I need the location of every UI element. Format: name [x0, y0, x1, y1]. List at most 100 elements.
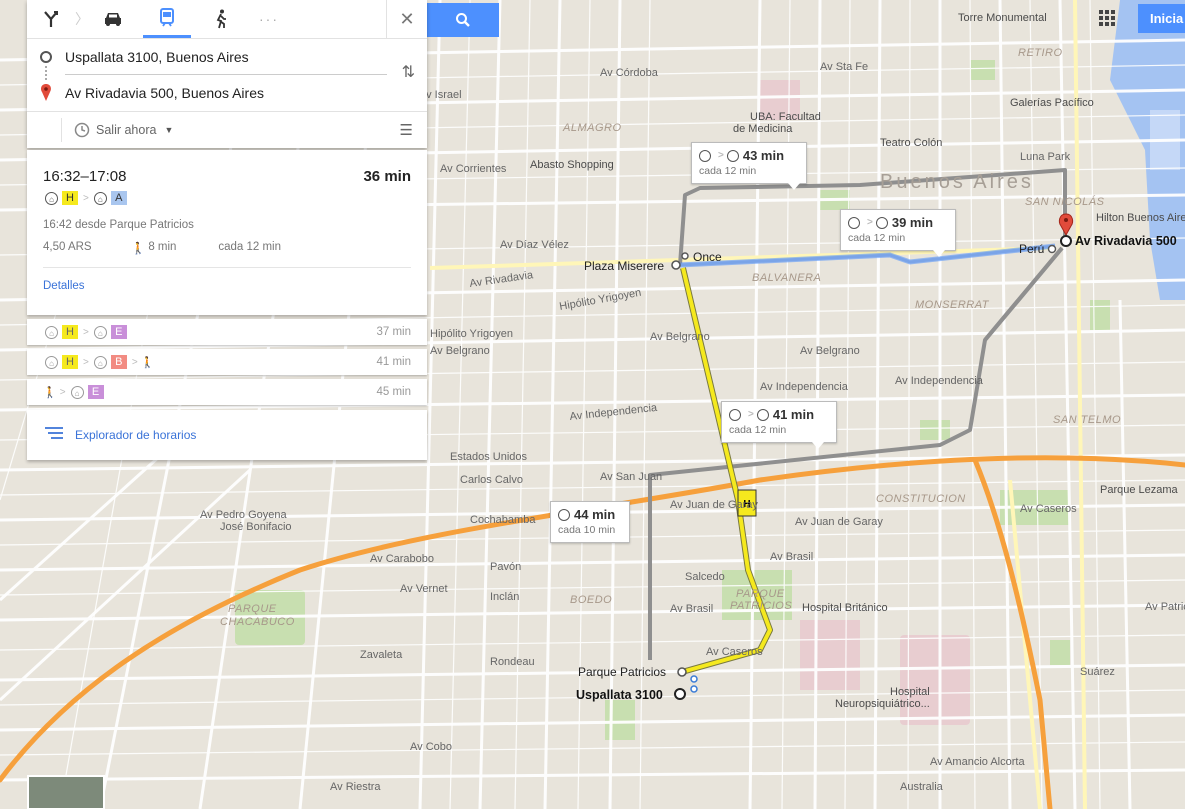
subway-icon: ⌂ — [70, 385, 84, 399]
more-modes-icon[interactable]: ··· — [245, 0, 293, 38]
svg-text:Av Belgrano: Av Belgrano — [800, 345, 860, 357]
svg-text:Av Brasil: Av Brasil — [670, 603, 713, 615]
car-mode-icon[interactable] — [89, 0, 137, 38]
bus-icon — [729, 408, 741, 421]
subway-icon — [726, 149, 739, 162]
route-option-alt[interactable]: 🚶 > ⌂ E 45 min — [27, 379, 427, 405]
svg-text:Av Amancio Alcorta: Av Amancio Alcorta — [930, 756, 1025, 768]
route-duration: 36 min — [363, 168, 411, 185]
svg-text:BOEDO: BOEDO — [570, 594, 612, 606]
svg-text:Luna Park: Luna Park — [1020, 151, 1071, 163]
svg-text:PARQUE: PARQUE — [228, 603, 277, 615]
route-callout-41[interactable]: >41 min cada 12 min — [721, 401, 837, 449]
svg-text:ALMAGRO: ALMAGRO — [562, 122, 622, 134]
clock-icon — [74, 122, 90, 138]
svg-text:Av Carabobo: Av Carabobo — [370, 553, 434, 565]
svg-text:Inclán: Inclán — [490, 591, 519, 603]
search-button[interactable] — [427, 3, 499, 37]
svg-text:Salcedo: Salcedo — [685, 571, 725, 583]
search-icon — [456, 13, 470, 27]
options-icon[interactable]: ☰ — [400, 121, 413, 139]
svg-text:Av Juan de Garay: Av Juan de Garay — [670, 499, 758, 511]
destination-input[interactable]: Av Rivadavia 500, Buenos Aires — [65, 85, 264, 101]
bus-icon — [699, 149, 711, 162]
schedule-explorer[interactable]: Explorador de horarios — [27, 410, 427, 460]
line-badge-e: E — [87, 385, 104, 399]
stop-once: Once — [693, 250, 722, 264]
subway-icon: ⌂ — [93, 191, 107, 205]
depart-selector[interactable]: Salir ahora — [96, 123, 156, 137]
walk-icon: 🚶 — [131, 243, 146, 255]
subway-icon: ⌂ — [93, 325, 107, 339]
pin-icon — [41, 84, 51, 101]
origin-field[interactable]: Uspallata 3100, Buenos Aires — [27, 39, 427, 75]
chevron-down-icon[interactable]: ▼ — [164, 125, 173, 135]
route-results: 16:32–17:08 36 min ⌂ H > ⌂ A 16:42 desde… — [27, 150, 427, 405]
svg-text:CONSTITUCION: CONSTITUCION — [876, 493, 966, 505]
route-time-range: 16:32–17:08 — [43, 168, 127, 185]
svg-text:Av Caseros: Av Caseros — [706, 646, 763, 658]
line-badge-e: E — [110, 325, 127, 339]
svg-text:Cochabamba: Cochabamba — [470, 514, 536, 526]
subway-icon — [875, 216, 888, 229]
directions-panel: 〉 ··· ✕ Uspallata 3100, Buenos Aires Av … — [27, 0, 427, 148]
city-label: Buenos Aires — [880, 171, 1034, 193]
destination-field[interactable]: Av Rivadavia 500, Buenos Aires — [27, 75, 427, 111]
swap-icon[interactable]: ⇅ — [402, 62, 415, 82]
svg-text:Suárez: Suárez — [1080, 666, 1115, 678]
subway-icon — [756, 408, 769, 421]
frequency: cada 12 min — [218, 241, 281, 253]
svg-text:BALVANERA: BALVANERA — [752, 272, 821, 284]
list-icon — [45, 426, 63, 444]
line-badge-a: A — [110, 191, 127, 205]
svg-text:Carlos Calvo: Carlos Calvo — [460, 474, 523, 486]
svg-text:Av Sta Fe: Av Sta Fe — [820, 61, 868, 73]
svg-text:CHACABUCO: CHACABUCO — [220, 616, 295, 628]
depart-info: 16:42 desde Parque Patricios — [43, 219, 194, 231]
svg-text:Av Pedro Goyena: Av Pedro Goyena — [200, 509, 288, 521]
svg-text:Hipólito Yrigoyen: Hipólito Yrigoyen — [430, 328, 513, 340]
svg-text:Av Corrientes: Av Corrientes — [440, 163, 507, 175]
walk-icon: 🚶 — [140, 356, 155, 369]
svg-text:Av Caseros: Av Caseros — [1020, 503, 1077, 515]
bus-icon: ⌂ — [45, 355, 58, 369]
svg-text:de Medicina: de Medicina — [733, 123, 793, 135]
walk-mode-icon[interactable] — [197, 0, 245, 38]
svg-text:Av Juan de Garay: Av Juan de Garay — [795, 516, 883, 528]
svg-text:UBA: Facultad: UBA: Facultad — [750, 111, 821, 123]
route-callout-43[interactable]: >43 min cada 12 min — [691, 142, 807, 190]
svg-text:Hospital: Hospital — [890, 686, 930, 698]
svg-text:Av Brasil: Av Brasil — [770, 551, 813, 563]
stop-parque-patricios: Parque Patricios — [578, 665, 666, 679]
travel-mode-bar: 〉 ··· ✕ — [27, 0, 427, 39]
svg-text:Av Riestra: Av Riestra — [330, 781, 381, 793]
schedule-explorer-label: Explorador de horarios — [75, 428, 197, 442]
svg-text:Rondeau: Rondeau — [490, 656, 535, 668]
svg-text:Hilton Buenos Aires: Hilton Buenos Aires — [1096, 212, 1185, 224]
route-callout-44[interactable]: 44 min cada 10 min — [550, 501, 630, 543]
details-link[interactable]: Detalles — [43, 280, 411, 292]
route-option-alt[interactable]: ⌂ H > ⌂ E 37 min — [27, 319, 427, 345]
route-callout-39[interactable]: >39 min cada 12 min — [840, 209, 956, 257]
svg-text:Parque Lezama: Parque Lezama — [1100, 484, 1179, 496]
signin-button[interactable]: Inicia — [1138, 4, 1185, 33]
directions-icon[interactable] — [27, 0, 75, 38]
svg-text:Australia: Australia — [900, 781, 944, 793]
transit-mode-icon[interactable] — [143, 0, 191, 38]
alt-duration: 41 min — [376, 356, 411, 368]
svg-text:Av Independencia: Av Independencia — [895, 375, 984, 387]
route-option-selected[interactable]: 16:32–17:08 36 min ⌂ H > ⌂ A 16:42 desde… — [27, 150, 427, 315]
bus-icon — [848, 216, 860, 229]
walk-icon: 🚶 — [43, 386, 57, 399]
route-option-alt[interactable]: ⌂ H > ⌂ B > 🚶 41 min — [27, 349, 427, 375]
origin-input[interactable]: Uspallata 3100, Buenos Aires — [65, 49, 249, 65]
apps-grid-icon[interactable] — [1099, 10, 1115, 26]
svg-text:Av Belgrano: Av Belgrano — [430, 345, 490, 357]
svg-text:Pavón: Pavón — [490, 561, 521, 573]
svg-text:Av Cobo: Av Cobo — [410, 741, 452, 753]
svg-text:PARQUE: PARQUE — [736, 588, 785, 600]
svg-text:Av Independencia: Av Independencia — [760, 381, 849, 393]
close-icon[interactable]: ✕ — [386, 0, 427, 38]
bus-icon: ⌂ — [45, 325, 58, 339]
bus-icon — [558, 508, 570, 521]
